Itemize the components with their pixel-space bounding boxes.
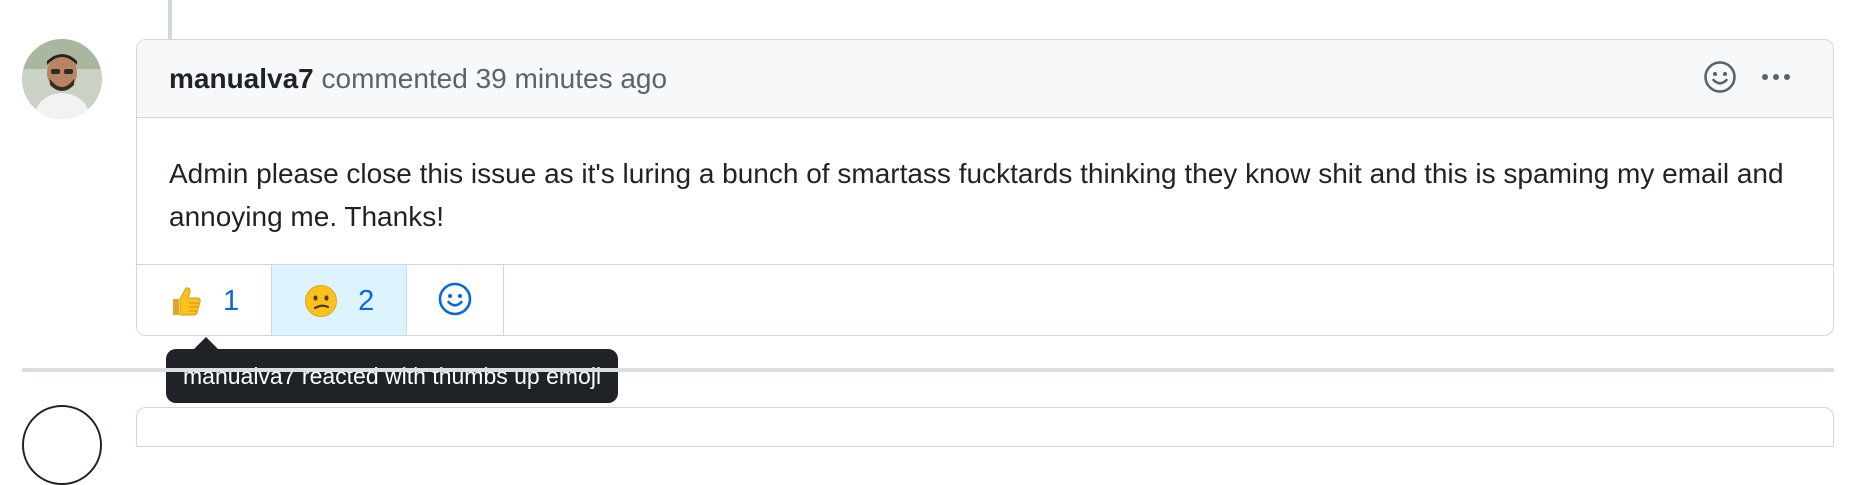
thumbs-up-icon bbox=[169, 284, 203, 318]
comment-card: manualva7 commented 39 minutes ago Admin… bbox=[136, 39, 1834, 336]
author-avatar[interactable] bbox=[22, 39, 102, 119]
reaction-thumbs-up[interactable]: 1 bbox=[137, 265, 273, 335]
comment-meta: manualva7 commented 39 minutes ago bbox=[169, 63, 667, 95]
next-comment-avatar[interactable] bbox=[22, 405, 102, 485]
author-link[interactable]: manualva7 bbox=[169, 63, 314, 94]
next-comment-card bbox=[136, 407, 1834, 447]
smiley-icon bbox=[437, 281, 473, 322]
comment-action: commented bbox=[321, 63, 468, 94]
reaction-count: 2 bbox=[358, 284, 375, 317]
smiley-icon[interactable] bbox=[1703, 60, 1737, 99]
kebab-menu-icon[interactable] bbox=[1759, 60, 1793, 99]
header-actions bbox=[1703, 60, 1793, 99]
confused-face-icon bbox=[304, 284, 338, 318]
tooltip-arrow bbox=[194, 337, 218, 349]
timeline-connector bbox=[168, 0, 172, 40]
reaction-confused[interactable]: 2 bbox=[272, 265, 408, 335]
comment-timestamp[interactable]: 39 minutes ago bbox=[476, 63, 667, 94]
reactions-bar: 1 2 bbox=[137, 264, 1833, 335]
timeline-divider bbox=[22, 368, 1834, 372]
add-reaction-button[interactable] bbox=[407, 265, 505, 335]
comment-header: manualva7 commented 39 minutes ago bbox=[137, 40, 1833, 118]
reaction-tooltip: manualva7 reacted with thumbs up emoji bbox=[166, 349, 619, 403]
comment-body: Admin please close this issue as it's lu… bbox=[169, 158, 1784, 232]
reaction-count: 1 bbox=[223, 284, 240, 317]
